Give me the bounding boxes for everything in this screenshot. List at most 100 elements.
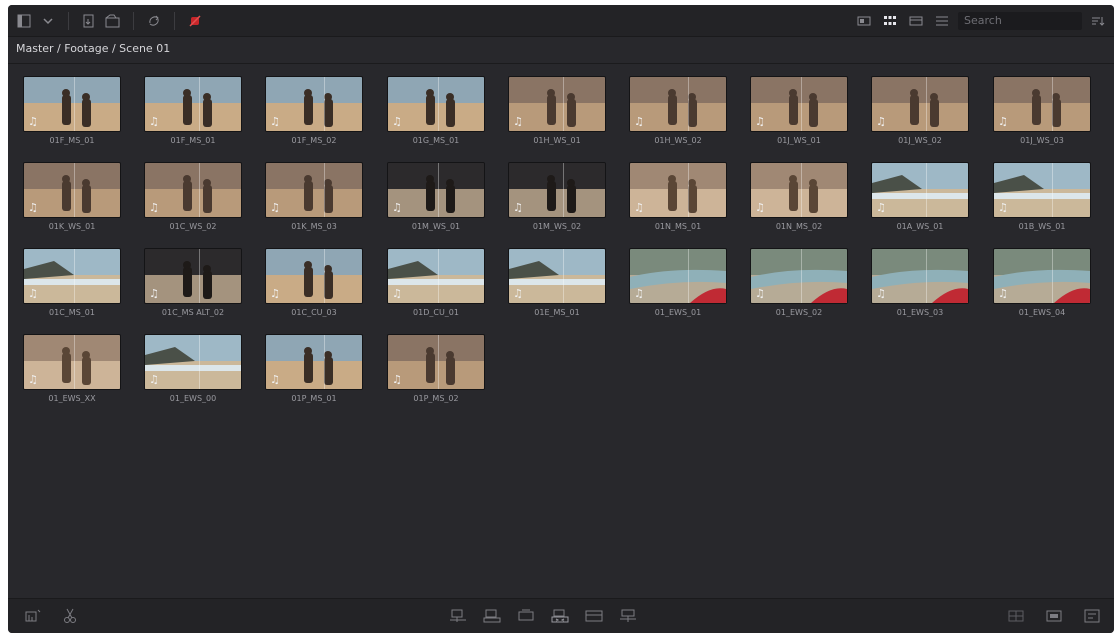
clip-thumbnail[interactable]: ♫ — [387, 76, 485, 132]
clip-item[interactable]: ♫ 01F_MS_02 — [265, 76, 363, 145]
clip-thumbnail[interactable]: ♫ — [629, 76, 727, 132]
clip-thumbnail[interactable]: ♫ — [144, 248, 242, 304]
clip-thumbnail[interactable]: ♫ — [750, 248, 848, 304]
clip-item[interactable]: ♫ 01_EWS_03 — [871, 248, 969, 317]
clip-item[interactable]: ♫ 01C_WS_02 — [144, 162, 242, 231]
overwrite-clip-icon[interactable] — [482, 607, 502, 625]
sidebar-toggle-icon[interactable] — [14, 11, 34, 31]
clip-label: 01E_MS_01 — [534, 308, 580, 317]
toolbar-left-group — [14, 11, 205, 31]
timeline-viewer-icon[interactable] — [1044, 607, 1064, 625]
clip-thumbnail[interactable]: ♫ — [871, 162, 969, 218]
clip-item[interactable]: ♫ 01_EWS_01 — [629, 248, 727, 317]
clip-item[interactable]: ♫ 01A_WS_01 — [871, 162, 969, 231]
clip-thumbnail[interactable]: ♫ — [508, 76, 606, 132]
clip-item[interactable]: ♫ 01K_WS_01 — [23, 162, 121, 231]
clip-thumbnail[interactable]: ♫ — [508, 162, 606, 218]
clip-item[interactable]: ♫ 01J_WS_01 — [750, 76, 848, 145]
source-viewer-icon[interactable] — [1006, 607, 1026, 625]
clip-item[interactable]: ♫ 01F_MS_01 — [144, 76, 242, 145]
clip-item[interactable]: ♫ 01P_MS_02 — [387, 334, 485, 403]
replace-clip-icon[interactable] — [516, 607, 536, 625]
scissors-icon[interactable] — [60, 607, 80, 625]
clip-thumbnail[interactable]: ♫ — [144, 76, 242, 132]
audio-note-icon: ♫ — [392, 287, 402, 300]
clip-thumbnail[interactable]: ♫ — [144, 162, 242, 218]
clip-item[interactable]: ♫ 01_EWS_XX — [23, 334, 121, 403]
clip-item[interactable]: ♫ 01_EWS_02 — [750, 248, 848, 317]
clip-item[interactable]: ♫ 01H_WS_02 — [629, 76, 727, 145]
clip-thumbnail[interactable]: ♫ — [750, 162, 848, 218]
clip-item[interactable]: ♫ 01M_WS_02 — [508, 162, 606, 231]
clip-thumbnail[interactable]: ♫ — [871, 76, 969, 132]
import-media-icon[interactable] — [79, 11, 99, 31]
clip-item[interactable]: ♫ 01B_WS_01 — [993, 162, 1091, 231]
filmstrip-view-icon[interactable] — [906, 11, 926, 31]
audio-note-icon: ♫ — [876, 201, 886, 214]
place-on-top-icon[interactable] — [584, 607, 604, 625]
clip-thumbnail[interactable]: ♫ — [23, 162, 121, 218]
clip-item[interactable]: ♫ 01H_WS_01 — [508, 76, 606, 145]
clip-item[interactable]: ♫ 01G_MS_01 — [387, 76, 485, 145]
clip-item[interactable]: ♫ 01M_WS_01 — [387, 162, 485, 231]
clip-thumbnail[interactable]: ♫ — [629, 162, 727, 218]
clip-item[interactable]: ♫ 01N_MS_02 — [750, 162, 848, 231]
clip-thumbnail[interactable]: ♫ — [871, 248, 969, 304]
clip-item[interactable]: ♫ 01_EWS_00 — [144, 334, 242, 403]
thumbnail-view-icon[interactable] — [854, 11, 874, 31]
append-icon[interactable] — [618, 607, 638, 625]
clip-thumbnail-image — [24, 77, 120, 131]
clip-thumbnail[interactable]: ♫ — [144, 334, 242, 390]
clip-item[interactable]: ♫ 01F_MS_01 — [23, 76, 121, 145]
clip-thumbnail-image — [388, 249, 484, 303]
divider — [8, 63, 1114, 64]
clip-item[interactable]: ♫ 01E_MS_01 — [508, 248, 606, 317]
clip-thumbnail[interactable]: ♫ — [265, 162, 363, 218]
clip-thumbnail[interactable]: ♫ — [387, 248, 485, 304]
sync-icon[interactable] — [144, 11, 164, 31]
clip-item[interactable]: ♫ 01D_CU_01 — [387, 248, 485, 317]
clip-thumbnail[interactable]: ♫ — [508, 248, 606, 304]
list-view-icon[interactable] — [932, 11, 952, 31]
new-bin-icon[interactable] — [103, 11, 123, 31]
clip-thumbnail[interactable]: ♫ — [265, 248, 363, 304]
audio-note-icon: ♫ — [634, 201, 644, 214]
audio-note-icon: ♫ — [998, 115, 1008, 128]
grid-view-icon[interactable] — [880, 11, 900, 31]
clip-item[interactable]: ♫ 01C_MS ALT_02 — [144, 248, 242, 317]
playhead-marker — [563, 77, 564, 131]
clip-thumbnail[interactable]: ♫ — [23, 334, 121, 390]
clip-thumbnail-image — [509, 163, 605, 217]
clip-item[interactable]: ♫ 01_EWS_04 — [993, 248, 1091, 317]
clip-thumbnail[interactable]: ♫ — [629, 248, 727, 304]
fit-to-fill-icon[interactable] — [550, 607, 570, 625]
clip-thumbnail[interactable]: ♫ — [265, 76, 363, 132]
clip-item[interactable]: ♫ 01K_MS_03 — [265, 162, 363, 231]
clip-thumbnail[interactable]: ♫ — [750, 76, 848, 132]
playhead-marker — [688, 163, 689, 217]
clip-item[interactable]: ♫ 01N_MS_01 — [629, 162, 727, 231]
search-input[interactable]: Search — [958, 12, 1082, 30]
clip-item[interactable]: ♫ 01C_MS_01 — [23, 248, 121, 317]
audio-note-icon: ♫ — [634, 115, 644, 128]
sort-icon[interactable] — [1088, 11, 1108, 31]
clip-thumbnail[interactable]: ♫ — [23, 76, 121, 132]
full-screen-icon[interactable] — [1082, 607, 1102, 625]
metadata-icon[interactable] — [24, 607, 44, 625]
clip-thumbnail[interactable]: ♫ — [993, 162, 1091, 218]
clip-thumbnail[interactable]: ♫ — [993, 248, 1091, 304]
playhead-marker — [563, 163, 564, 217]
clip-item[interactable]: ♫ 01J_WS_02 — [871, 76, 969, 145]
clip-thumbnail[interactable]: ♫ — [23, 248, 121, 304]
playhead-marker — [1052, 77, 1053, 131]
no-audio-icon[interactable] — [185, 11, 205, 31]
clip-item[interactable]: ♫ 01J_WS_03 — [993, 76, 1091, 145]
clip-thumbnail[interactable]: ♫ — [993, 76, 1091, 132]
clip-thumbnail[interactable]: ♫ — [387, 162, 485, 218]
clip-thumbnail[interactable]: ♫ — [265, 334, 363, 390]
chevron-down-icon[interactable] — [38, 11, 58, 31]
insert-clip-icon[interactable] — [448, 607, 468, 625]
clip-item[interactable]: ♫ 01P_MS_01 — [265, 334, 363, 403]
clip-item[interactable]: ♫ 01C_CU_03 — [265, 248, 363, 317]
clip-thumbnail[interactable]: ♫ — [387, 334, 485, 390]
